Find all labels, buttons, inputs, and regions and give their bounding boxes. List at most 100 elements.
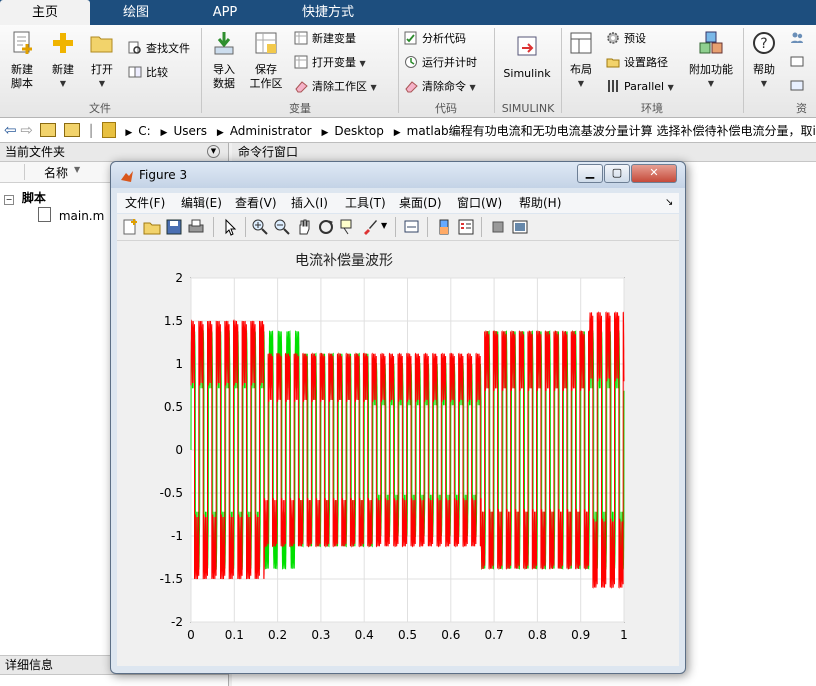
analyze-code-button[interactable]: 分析代码 — [404, 29, 466, 49]
path-segment-administrator[interactable]: Administrator — [230, 119, 312, 142]
parallel-dropdown-icon: ▼ — [667, 83, 674, 92]
tree-group-scripts[interactable]: − 脚本 — [4, 189, 46, 206]
community-button[interactable] — [790, 29, 808, 49]
insert-colorbar-icon[interactable] — [435, 218, 453, 236]
y-tick-label: 2 — [175, 271, 183, 285]
maximize-button[interactable]: ▢ — [604, 164, 630, 183]
panel-menu-icon[interactable]: ▼ — [207, 145, 220, 158]
tab-home[interactable]: 主页 — [0, 0, 90, 25]
community-people-icon — [791, 32, 803, 43]
new-script-button[interactable]: 新建 脚本 — [4, 30, 40, 91]
new-figure-icon[interactable] — [121, 218, 139, 236]
x-tick-label: 0.1 — [225, 628, 244, 642]
command-window-title: 命令行窗口 — [238, 145, 299, 159]
simulink-button[interactable]: Simulink — [500, 34, 554, 81]
zoom-in-icon[interactable] — [251, 218, 269, 236]
tab-apps[interactable]: APP — [182, 0, 268, 25]
clear-commands-label: 清除命令 — [422, 80, 466, 93]
svg-text:?: ? — [760, 36, 767, 52]
new-button[interactable]: 新建 ▼ — [44, 30, 82, 91]
collapse-minus-icon[interactable]: − — [4, 195, 14, 205]
address-separator: │ — [87, 124, 95, 138]
hide-plot-tools-icon[interactable] — [489, 218, 507, 236]
insert-legend-icon[interactable] — [457, 218, 475, 236]
menu-file[interactable]: 文件(F) — [125, 193, 165, 213]
eraser-icon — [295, 81, 308, 93]
back-arrow-icon[interactable]: ⇦ — [4, 118, 17, 142]
file-item-main[interactable]: main.m — [38, 207, 104, 223]
pan-hand-icon[interactable] — [295, 218, 313, 236]
y-tick-label: 1.5 — [164, 314, 183, 328]
close-button[interactable]: ✕ — [631, 164, 677, 183]
figure-canvas: 电流补偿量波形 0 0.1 0.2 0.3 0.4 0.5 0.6 0.7 0.8 0.9 1 2 1.… — [117, 241, 679, 666]
add-ons-button[interactable]: 附加功能 ▼ — [686, 30, 736, 91]
show-plot-tools-icon[interactable] — [511, 218, 529, 236]
analyze-code-icon — [404, 31, 417, 45]
plot-area[interactable]: 电流补偿量波形 0 0.1 0.2 0.3 0.4 0.5 0.6 0.7 0.8 0.9 1 2 1.… — [117, 241, 679, 666]
parallel-button[interactable]: Parallel ▼ — [606, 77, 674, 97]
menu-help[interactable]: 帮助(H) — [519, 193, 561, 213]
path-segment-users[interactable]: Users — [173, 119, 207, 142]
forward-arrow-icon[interactable]: ⇨ — [20, 118, 33, 142]
help-button[interactable]: ? 帮助 ▼ — [748, 30, 780, 91]
figure-title-bar[interactable]: Figure 3 ▁ ▢ ✕ — [111, 162, 685, 188]
up-folder-icon[interactable] — [39, 123, 56, 137]
save-figure-icon[interactable] — [165, 218, 183, 236]
print-figure-icon[interactable] — [187, 218, 205, 236]
details-title: 详细信息 — [5, 658, 54, 672]
column-name-header[interactable]: 名称 — [44, 164, 68, 181]
tree-group-scripts-label: 脚本 — [21, 191, 46, 205]
dock-arrow-icon[interactable]: ↘ — [665, 193, 673, 213]
menu-view[interactable]: 查看(V) — [235, 193, 277, 213]
rotate-3d-icon[interactable] — [317, 218, 335, 236]
tab-shortcuts[interactable]: 快捷方式 — [270, 0, 386, 25]
brush-dropdown-icon[interactable]: ▼ — [381, 221, 387, 230]
sort-dropdown-icon[interactable]: ▼ — [74, 165, 80, 174]
menu-edit[interactable]: 编辑(E) — [181, 193, 222, 213]
path-segment-desktop[interactable]: Desktop — [334, 119, 384, 142]
toolbar-separator — [481, 217, 482, 237]
request-support-button[interactable] — [790, 53, 808, 73]
menu-window[interactable]: 窗口(W) — [457, 193, 502, 213]
current-folder-address-bar[interactable]: ⇦ ⇨ │ ▶ C: ▶ Users ▶ Administrator ▶ Desktop… — [0, 118, 816, 143]
tab-plots[interactable]: 绘图 — [92, 0, 180, 25]
clear-workspace-button[interactable]: 清除工作区 ▼ — [294, 77, 377, 97]
path-segment-project-folder[interactable]: matlab编程有功电流和无功电流基波分量计算 选择补偿待补偿电流分量，取ip和 — [407, 119, 816, 142]
browse-folder-icon[interactable] — [63, 123, 80, 137]
compare-button[interactable]: 比较 — [128, 63, 168, 83]
help-label: 帮助 — [753, 63, 775, 76]
group-variable-label: 变量 — [289, 102, 311, 115]
find-files-button[interactable]: 查找文件 — [128, 39, 190, 59]
folder-open-icon — [90, 36, 113, 53]
save-workspace-button[interactable]: 保存 工作区 — [246, 30, 286, 91]
brush-icon[interactable] — [361, 218, 379, 236]
x-tick-label: 0.9 — [571, 628, 590, 642]
x-tick-label: 1 — [620, 628, 628, 642]
menu-tools[interactable]: 工具(T) — [345, 193, 386, 213]
set-path-button[interactable]: 设置路径 — [606, 53, 668, 73]
open-button[interactable]: 打开 ▼ — [86, 30, 118, 91]
zoom-out-icon[interactable] — [273, 218, 291, 236]
import-data-button[interactable]: 导入 数据 — [206, 30, 242, 91]
clear-commands-button[interactable]: 清除命令 ▼ — [404, 77, 476, 97]
menu-desktop[interactable]: 桌面(D) — [399, 193, 442, 213]
open-file-icon[interactable] — [143, 218, 161, 236]
data-cursor-icon[interactable] — [339, 218, 357, 236]
column-separator — [24, 164, 25, 180]
edit-plot-arrow-icon[interactable] — [221, 218, 239, 236]
link-plot-icon[interactable] — [403, 218, 421, 236]
path-segment-drive[interactable]: C: — [138, 119, 150, 142]
run-and-time-button[interactable]: 运行并计时 — [404, 53, 477, 73]
minimize-button[interactable]: ▁ — [577, 164, 603, 183]
add-ons-cubes-icon — [699, 31, 723, 54]
learn-matlab-button[interactable] — [790, 77, 808, 97]
new-variable-button[interactable]: 新建变量 — [294, 29, 356, 49]
path-chevron-icon: ▶ — [160, 128, 168, 138]
open-variable-button[interactable]: 打开变量 ▼ — [294, 53, 366, 73]
menu-insert[interactable]: 插入(I) — [291, 193, 328, 213]
preferences-button[interactable]: 预设 — [606, 29, 646, 49]
x-tick-label: 0.5 — [398, 628, 417, 642]
layout-button[interactable]: 布局 ▼ — [564, 30, 598, 91]
x-tick-label: 0.4 — [355, 628, 374, 642]
compare-icon — [128, 66, 142, 78]
